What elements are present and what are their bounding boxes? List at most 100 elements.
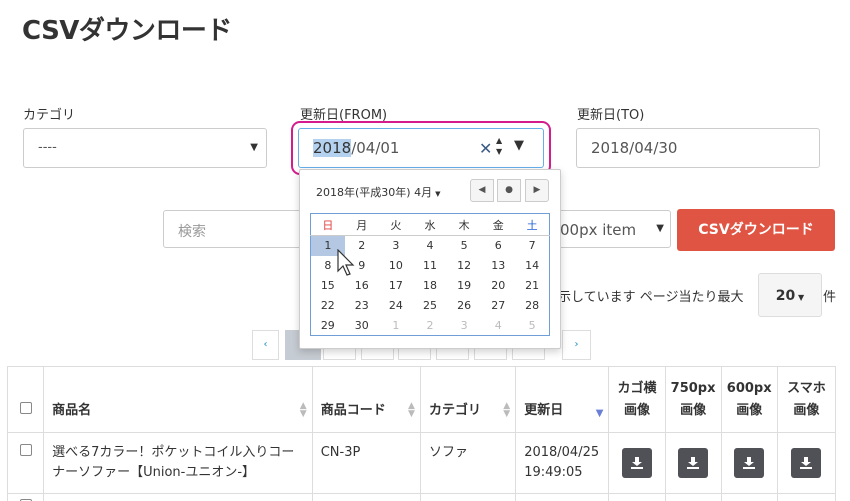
product-code-cell [311, 493, 421, 501]
calendar-day[interactable]: 20 [481, 276, 515, 296]
sort-icon: ▲ ▼ [408, 401, 415, 419]
600px-image-cell [720, 493, 778, 501]
header-sp-line2: 画像 [793, 402, 820, 418]
clear-icon[interactable]: ✕ [479, 139, 492, 158]
calendar-day[interactable]: 3 [379, 236, 413, 256]
download-750px-image-button[interactable] [678, 448, 709, 478]
datepicker-month-dropdown[interactable]: 2018年(平成30年) 4月 ▼ [316, 184, 440, 200]
calendar-day[interactable]: 19 [447, 276, 481, 296]
per-page-dropdown[interactable]: 20 ▼ [758, 273, 822, 317]
date-to-input[interactable]: 2018/04/30 [576, 128, 820, 168]
smartphone-image-cell [776, 432, 837, 494]
row-checkbox-cell [6, 493, 45, 501]
calendar-day-next-month[interactable]: 4 [481, 316, 515, 336]
page-title: CSVダウンロード [22, 16, 232, 46]
today-button[interactable]: ● [497, 179, 521, 202]
calendar-week: 29 30 1 2 3 4 5 [311, 316, 550, 336]
weekday-thu: 木 [447, 213, 482, 236]
header-updated[interactable]: 更新日 ▼ [515, 366, 610, 433]
weekday-fri: 金 [481, 213, 516, 236]
calendar-day[interactable]: 30 [345, 316, 379, 336]
table-header-row: 商品名 ▲ ▼ 商品コード ▲ ▼ カテゴリ ▲ ▼ 更新日 ▼ カゴ横 画像 750… [6, 366, 837, 433]
calendar-day[interactable]: 29 [311, 316, 345, 336]
next-month-button[interactable]: ▶ [525, 179, 549, 202]
calendar-day[interactable]: 21 [515, 276, 549, 296]
header-product-code[interactable]: 商品コード ▲ ▼ [311, 366, 421, 433]
600px-image-cell [720, 432, 778, 494]
download-600px-image-button[interactable] [734, 448, 765, 478]
header-600-line2: 画像 [736, 402, 763, 418]
updated-date: 2018/04/25 [524, 445, 600, 460]
caret-down-icon: ▼ [435, 190, 441, 198]
weekday-tue: 火 [378, 213, 413, 236]
csv-download-button[interactable]: CSVダウンロード [677, 209, 835, 251]
calendar-day[interactable]: 22 [311, 296, 345, 316]
select-all-header [6, 366, 45, 433]
category-select[interactable]: ---- ▼ [23, 128, 267, 168]
updated-time: 19:49:05 [524, 465, 583, 480]
calendar-day[interactable]: 14 [515, 256, 549, 276]
header-updated-label: 更新日 [524, 403, 564, 418]
calendar-day[interactable]: 25 [413, 296, 447, 316]
calendar-day[interactable]: 10 [379, 256, 413, 276]
calendar-day-next-month[interactable]: 2 [413, 316, 447, 336]
calendar-day[interactable]: 4 [413, 236, 447, 256]
download-icon [687, 457, 700, 469]
prev-month-button[interactable]: ◀ [470, 179, 494, 202]
header-750-line1: 750px [670, 380, 716, 396]
weekday-sun: 日 [310, 213, 345, 236]
calendar-day-next-month[interactable]: 1 [379, 316, 413, 336]
category-cell [419, 493, 517, 501]
date-from-rest: /04/01 [351, 139, 400, 157]
calendar-day[interactable]: 12 [447, 256, 481, 276]
per-page-unit: 件 [823, 290, 837, 305]
calendar-day[interactable]: 16 [345, 276, 379, 296]
table-row: 選べる7カラー！ポケットコイル入りコーナーソファー【Union-ユニオン-】 C… [6, 432, 837, 494]
download-smartphone-image-button[interactable] [791, 448, 822, 478]
calendar-day[interactable]: 23 [345, 296, 379, 316]
calendar-day[interactable]: 18 [413, 276, 447, 296]
calendar-day-next-month[interactable]: 5 [515, 316, 549, 336]
header-category-label: カテゴリ [428, 403, 481, 418]
calendar-day[interactable]: 24 [379, 296, 413, 316]
item-size-select[interactable]: 00px item ▼ [545, 210, 671, 248]
select-all-checkbox[interactable] [19, 402, 32, 414]
calendar-day[interactable]: 7 [515, 236, 549, 256]
pagination-next[interactable]: › [562, 330, 591, 360]
calendar-day[interactable]: 5 [447, 236, 481, 256]
spinner-icon[interactable]: ▲ ▼ [496, 135, 502, 157]
header-cart-line1: カゴ横 [617, 380, 657, 396]
calendar-week: 15 16 17 18 19 20 21 [311, 276, 550, 296]
download-icon [743, 457, 756, 469]
calendar-day[interactable]: 26 [447, 296, 481, 316]
caret-down-icon: ▼ [656, 223, 664, 234]
date-from-input[interactable]: 2018/04/01 ✕ ▲ ▼ ▼ [298, 128, 544, 168]
date-to-label: 更新日(TO) [577, 108, 645, 123]
calendar-day[interactable]: 17 [379, 276, 413, 296]
weekday-wed: 水 [412, 213, 448, 236]
header-cart-image: カゴ横 画像 [608, 366, 666, 433]
category-select-value: ---- [38, 140, 57, 155]
dropdown-arrow-icon[interactable]: ▼ [514, 138, 524, 153]
product-table: 商品名 ▲ ▼ 商品コード ▲ ▼ カテゴリ ▲ ▼ 更新日 ▼ カゴ横 画像 750… [6, 366, 837, 501]
category-label: カテゴリ [23, 108, 76, 123]
calendar-day[interactable]: 13 [481, 256, 515, 276]
header-category[interactable]: カテゴリ ▲ ▼ [419, 366, 517, 433]
row-checkbox[interactable] [19, 444, 32, 456]
header-product-code-label: 商品コード [320, 403, 386, 418]
calendar-day[interactable]: 6 [481, 236, 515, 256]
calendar-day[interactable]: 28 [515, 296, 549, 316]
search-input[interactable]: 検索 [163, 210, 303, 248]
results-summary: 示しています ページ当たり最大 [558, 290, 744, 305]
750px-image-cell [664, 493, 722, 501]
table-row [6, 493, 837, 501]
download-cart-image-button[interactable] [621, 448, 652, 478]
pagination-prev[interactable]: ‹ [252, 330, 279, 360]
header-product-name[interactable]: 商品名 ▲ ▼ [43, 366, 313, 433]
calendar-day-next-month[interactable]: 3 [447, 316, 481, 336]
sort-icon: ▲ ▼ [299, 401, 307, 419]
calendar-day[interactable]: 11 [413, 256, 447, 276]
header-750px-image: 750px 画像 [664, 366, 722, 433]
calendar-day[interactable]: 15 [311, 276, 345, 296]
calendar-day[interactable]: 27 [481, 296, 515, 316]
